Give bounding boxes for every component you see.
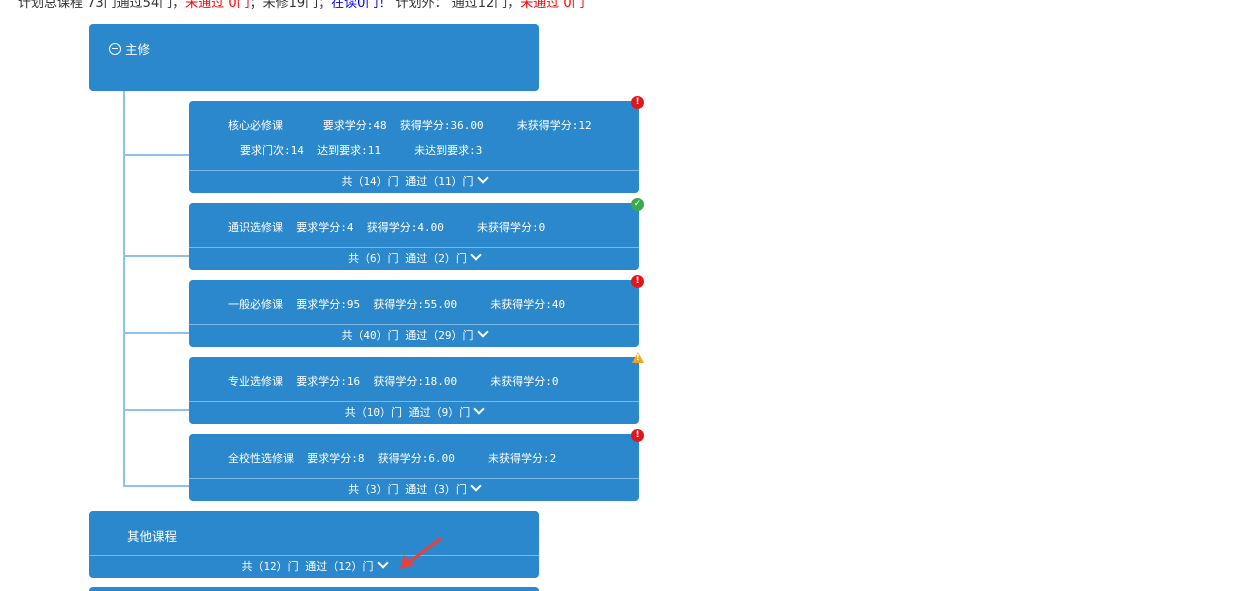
category-credit-line: 全校性选修课 要求学分:8 获得学分:6.00 未获得学分:2 — [228, 452, 557, 465]
error-status-icon: ! — [631, 429, 644, 442]
collapse-minus-icon[interactable] — [109, 42, 121, 55]
annotation-arrow-icon — [400, 537, 442, 569]
other-courses-panel: 其他课程 共（12）门 通过（12）门 — [89, 511, 539, 578]
check-status-icon: ✓ — [631, 198, 644, 211]
error-status-icon: ! — [631, 96, 644, 109]
category-footer-text: 共（14）门 通过（11）门 — [341, 175, 474, 188]
category-expand-footer[interactable]: 共（3）门 通过（3）门 — [189, 478, 639, 501]
other-courses-title: 其他课程 — [127, 529, 178, 544]
category-credit-line: 一般必修课 要求学分:95 获得学分:55.00 未获得学分:40 — [228, 298, 566, 311]
category-card-major-elective: 专业选修课 要求学分:16 获得学分:18.00 未获得学分:0 共（10）门 … — [189, 357, 639, 424]
category-footer-text: 共（40）门 通过（29）门 — [341, 329, 474, 342]
category-footer-text: 共（6）门 通过（2）门 — [348, 252, 467, 265]
error-status-icon: ! — [631, 275, 644, 288]
category-count-line: 要求门次:14 达到要求:11 未达到要求:3 — [240, 144, 483, 157]
chevron-down-icon[interactable] — [376, 557, 389, 569]
category-expand-footer[interactable]: 共（6）门 通过（2）门 — [189, 247, 639, 270]
chevron-down-icon[interactable] — [470, 249, 482, 261]
category-credit-line: 通识选修课 要求学分:4 获得学分:4.00 未获得学分:0 — [228, 221, 546, 234]
other-courses-footer-text: 共（12）门 通过（12）门 — [241, 560, 374, 573]
plan-summary: 计划总课程 73门通过54门，未通过 0门；未修19门；在读0门！ 计划外： 通… — [18, 0, 585, 12]
category-expand-footer[interactable]: 共（14）门 通过（11）门 — [189, 170, 639, 193]
tree-branch-line — [123, 154, 189, 156]
summary-outside-plan: 计划外： 通过12门， — [395, 0, 521, 11]
tree-branch-line — [123, 485, 189, 487]
other-courses-expand-footer[interactable]: 共（12）门 通过（12）门 — [89, 555, 539, 578]
tree-branch-line — [123, 332, 189, 334]
summary-outside-failed: 未通过 0门 — [520, 0, 585, 11]
category-expand-footer[interactable]: 共（40）门 通过（29）门 — [189, 324, 639, 347]
major-panel: 主修 — [89, 24, 539, 91]
category-footer-text: 共（10）门 通过（9）门 — [344, 406, 471, 419]
summary-reading: 在读0门！ — [331, 0, 392, 11]
category-card-university-elective: 全校性选修课 要求学分:8 获得学分:6.00 未获得学分:2 共（3）门 通过… — [189, 434, 639, 501]
chevron-down-icon[interactable] — [476, 326, 489, 338]
category-credit-line: 核心必修课 要求学分:48 获得学分:36.00 未获得学分:12 — [228, 119, 592, 132]
summary-unfinished: ；未修19门； — [249, 0, 332, 11]
category-card-core-required: 核心必修课 要求学分:48 获得学分:36.00 未获得学分:12 要求门次:1… — [189, 101, 639, 193]
category-expand-footer[interactable]: 共（10）门 通过（9）门 — [189, 401, 639, 424]
next-panel-edge — [89, 587, 539, 591]
chevron-down-icon[interactable] — [473, 403, 485, 415]
category-card-general-elective: 通识选修课 要求学分:4 获得学分:4.00 未获得学分:0 共（6）门 通过（… — [189, 203, 639, 270]
summary-failed: 未通过 0门 — [185, 0, 250, 11]
tree-vertical-line — [123, 91, 125, 486]
category-credit-line: 专业选修课 要求学分:16 获得学分:18.00 未获得学分:0 — [228, 375, 559, 388]
category-footer-text: 共（3）门 通过（3）门 — [348, 483, 467, 496]
warning-status-icon: ! — [632, 352, 644, 363]
summary-total: 计划总课程 73门通过54门， — [18, 0, 186, 11]
tree-branch-line — [123, 255, 189, 257]
category-card-basic-required: 一般必修课 要求学分:95 获得学分:55.00 未获得学分:40 共（40）门… — [189, 280, 639, 347]
chevron-down-icon[interactable] — [470, 480, 482, 492]
major-title: 主修 — [125, 42, 151, 57]
tree-branch-line — [123, 409, 189, 411]
chevron-down-icon[interactable] — [476, 172, 489, 184]
major-toggle[interactable]: 主修 — [109, 39, 150, 58]
